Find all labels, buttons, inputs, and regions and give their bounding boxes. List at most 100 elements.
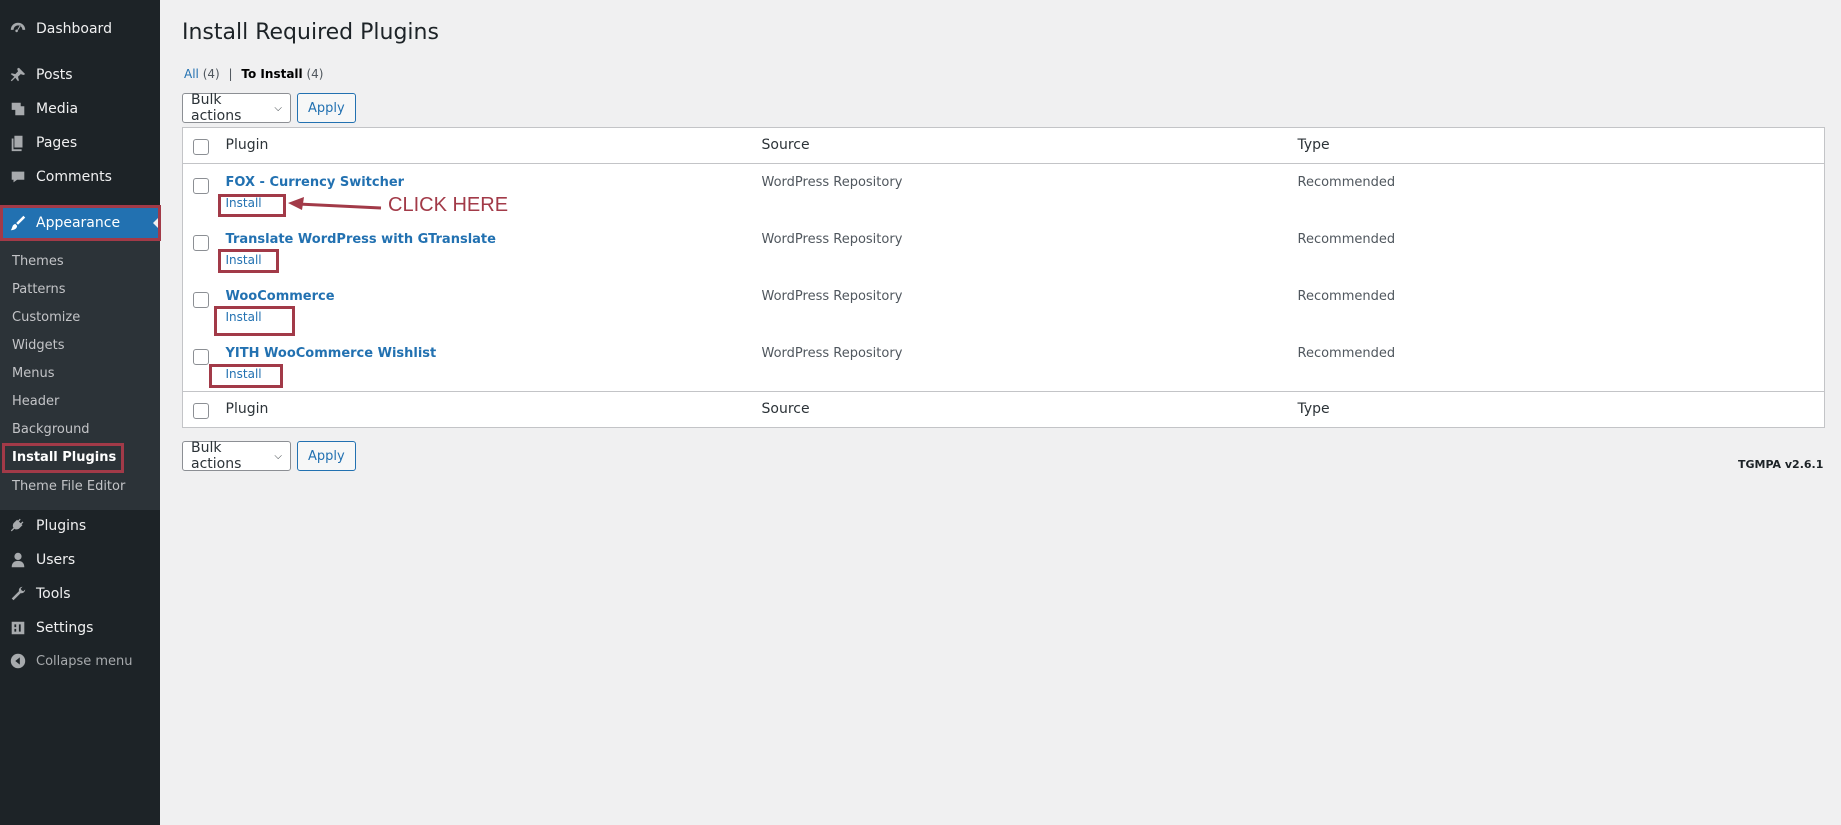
- menu-item-label: Settings: [36, 620, 94, 636]
- submenu-item-menus[interactable]: Menus: [12, 366, 54, 381]
- submenu-item-themes[interactable]: Themes: [12, 254, 64, 269]
- row-checkbox[interactable]: [193, 291, 209, 308]
- filter-links: All (4) | To Install (4): [184, 67, 323, 81]
- chevron-down-icon: ⌵: [274, 450, 282, 462]
- menu-item-users[interactable]: Users: [0, 545, 160, 575]
- menu-item-posts[interactable]: Posts: [0, 60, 160, 90]
- row-checkbox[interactable]: [193, 348, 209, 365]
- dashboard-icon: [0, 20, 36, 38]
- tablenav-bottom: Bulk actions ⌵ Apply: [182, 440, 356, 472]
- bulk-actions-select[interactable]: Bulk actions ⌵: [182, 92, 291, 124]
- menu-item-pages[interactable]: Pages: [0, 128, 160, 158]
- filter-all-count: (4): [202, 67, 220, 81]
- chevron-down-icon: ⌵: [274, 102, 282, 114]
- collapse-arrow-icon: [0, 652, 36, 670]
- menu-item-label: Comments: [36, 169, 112, 185]
- plugin-cell: YITH WooCommerce Wishlist Install: [225, 335, 761, 392]
- install-link[interactable]: Install: [226, 253, 262, 267]
- submenu-item-install-plugins[interactable]: Install Plugins: [12, 450, 116, 465]
- source-cell: WordPress Repository: [761, 288, 903, 304]
- menu-item-settings[interactable]: Settings: [0, 613, 160, 643]
- menu-item-label: Users: [36, 552, 76, 568]
- column-footer-source: Source: [761, 401, 810, 417]
- menu-item-appearance[interactable]: Appearance: [0, 206, 160, 240]
- filter-separator: |: [228, 67, 233, 81]
- filter-all-label: All: [184, 67, 199, 81]
- submenu-item-patterns[interactable]: Patterns: [12, 282, 66, 297]
- row-checkbox-cell: [183, 221, 225, 278]
- table-row: WooCommerce Install WordPress Repository…: [183, 278, 1825, 335]
- column-header-plugin[interactable]: Plugin: [225, 128, 761, 164]
- main-content: Install Required Plugins All (4) | To In…: [160, 0, 1841, 825]
- select-all-checkbox[interactable]: [193, 139, 209, 155]
- submenu-item-widgets[interactable]: Widgets: [12, 338, 65, 353]
- type-cell: Recommended: [1297, 231, 1396, 247]
- select-all-footer-cell: [183, 392, 225, 428]
- type-cell: Recommended: [1297, 175, 1396, 190]
- install-link[interactable]: Install: [226, 367, 262, 381]
- menu-item-media[interactable]: Media: [0, 94, 160, 124]
- bulk-actions-select-bottom[interactable]: Bulk actions ⌵: [182, 440, 291, 472]
- type-cell: Recommended: [1297, 345, 1396, 361]
- row-checkbox-cell: [183, 164, 225, 221]
- submenu-item-background[interactable]: Background: [12, 422, 90, 437]
- submenu-item-customize[interactable]: Customize: [12, 310, 80, 325]
- paintbrush-icon: [0, 214, 36, 232]
- pushpin-icon: [0, 66, 36, 84]
- callout-arrow-icon: [288, 197, 382, 210]
- media-icon: [0, 100, 36, 118]
- menu-item-plugins[interactable]: Plugins: [0, 511, 160, 541]
- comment-icon: [0, 168, 36, 186]
- column-header-type: Type: [1297, 137, 1330, 153]
- submenu-item-header[interactable]: Header: [12, 394, 59, 409]
- appearance-submenu: Themes Patterns Customize Widgets Menus …: [0, 241, 160, 510]
- submenu-item-theme-file-editor[interactable]: Theme File Editor: [12, 479, 125, 494]
- plugin-name-link[interactable]: YITH WooCommerce Wishlist: [226, 346, 760, 361]
- admin-sidebar: Dashboard Posts Media Pages Comments App…: [0, 0, 160, 825]
- apply-button[interactable]: Apply: [297, 93, 356, 123]
- select-all-cell: [183, 128, 225, 164]
- filter-to-install-count: (4): [306, 67, 324, 81]
- menu-item-label: Appearance: [36, 215, 121, 231]
- table-header-row: Plugin Source Type: [182, 128, 1825, 164]
- row-checkbox[interactable]: [193, 178, 209, 194]
- plugin-name-link[interactable]: FOX - Currency Switcher: [226, 175, 760, 190]
- plugins-table: Plugin Source Type FOX - Currency Switch…: [182, 127, 1825, 428]
- tablenav-top: Bulk actions ⌵ Apply: [182, 92, 356, 124]
- row-checkbox[interactable]: [193, 234, 209, 251]
- plugin-name-link[interactable]: Translate WordPress with GTranslate: [226, 232, 760, 247]
- install-link[interactable]: Install: [226, 196, 262, 210]
- bulk-actions-label: Bulk actions: [191, 92, 242, 124]
- plugin-name-link[interactable]: WooCommerce: [226, 289, 760, 304]
- select-all-checkbox-footer[interactable]: [193, 403, 209, 419]
- pages-icon: [0, 134, 36, 152]
- menu-item-label: Posts: [36, 67, 73, 83]
- source-cell: WordPress Repository: [761, 175, 903, 190]
- filter-all-link[interactable]: All: [184, 67, 199, 81]
- current-menu-arrow: [153, 216, 160, 230]
- menu-item-label: Dashboard: [36, 21, 112, 37]
- bulk-actions-label: Bulk actions: [191, 440, 242, 472]
- install-link[interactable]: Install: [226, 310, 262, 324]
- collapse-menu-label: Collapse menu: [36, 653, 133, 669]
- apply-button-bottom[interactable]: Apply: [297, 441, 356, 471]
- menu-item-tools[interactable]: Tools: [0, 579, 160, 609]
- table-row: Translate WordPress with GTranslate Inst…: [183, 221, 1825, 278]
- menu-item-comments[interactable]: Comments: [0, 162, 160, 192]
- settings-icon: [0, 619, 36, 637]
- menu-item-label: Pages: [36, 135, 78, 151]
- column-footer-plugin[interactable]: Plugin: [225, 392, 761, 428]
- page-title: Install Required Plugins: [182, 20, 439, 45]
- table-footer-row: Plugin Source Type: [182, 391, 1825, 428]
- column-header-source: Source: [761, 137, 810, 153]
- menu-item-label: Media: [36, 101, 79, 117]
- menu-item-dashboard[interactable]: Dashboard: [0, 14, 160, 44]
- filter-to-install-label[interactable]: To Install: [241, 67, 302, 81]
- collapse-menu-button[interactable]: Collapse menu: [0, 646, 160, 676]
- plugin-cell: Translate WordPress with GTranslate Inst…: [225, 221, 761, 278]
- wrench-icon: [0, 585, 36, 603]
- row-checkbox-cell: [183, 335, 225, 392]
- source-cell: WordPress Repository: [761, 231, 903, 247]
- user-icon: [0, 551, 36, 569]
- row-checkbox-cell: [183, 278, 225, 335]
